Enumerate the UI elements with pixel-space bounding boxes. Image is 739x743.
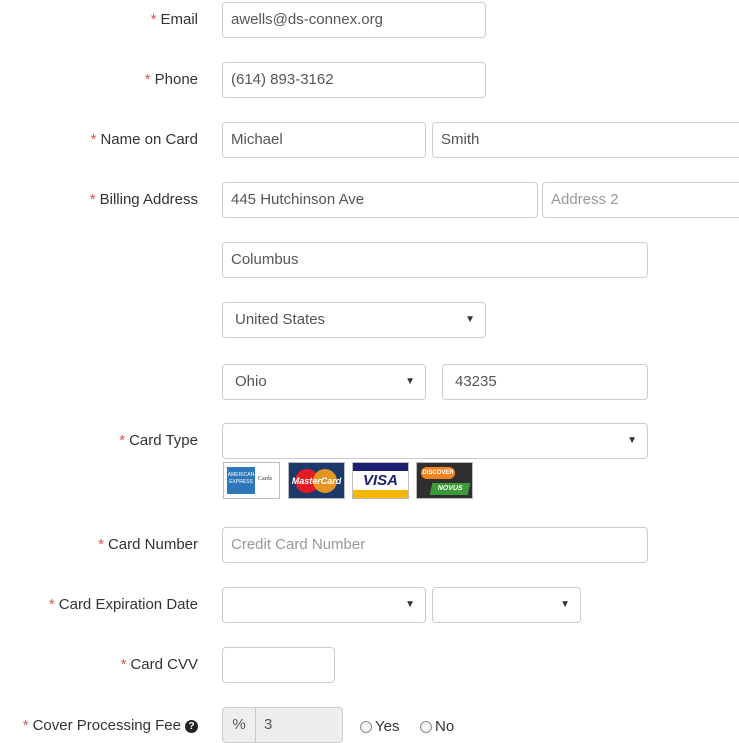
card-number-field[interactable]: Credit Card Number	[222, 527, 648, 563]
radio-circle-icon	[360, 720, 372, 733]
mastercard-icon[interactable]: MasterCard	[288, 462, 345, 499]
email-label: * Email	[150, 11, 198, 28]
american-express-icon[interactable]: AMERICAN EXPRESS Cards	[223, 462, 280, 499]
radio-circle-icon	[420, 720, 432, 733]
address1-field[interactable]: 445 Hutchinson Ave	[222, 182, 538, 218]
expiration-month-select[interactable]: ▼	[222, 587, 426, 623]
chevron-down-icon: ▼	[560, 599, 570, 610]
card-cvv-label: * Card CVV	[120, 656, 198, 673]
phone-label: * Phone	[144, 71, 198, 88]
zip-field[interactable]: 43235	[442, 364, 648, 400]
billing-address-label: * Billing Address	[89, 191, 198, 208]
cover-fee-field: 3	[255, 707, 343, 743]
last-name-field[interactable]: Smith	[432, 122, 739, 158]
address2-field[interactable]: Address 2	[542, 182, 739, 218]
phone-field[interactable]: (614) 893-3162	[222, 62, 486, 98]
discover-novus-icon[interactable]: DISCOVER NOVUS	[416, 462, 473, 499]
card-type-label: * Card Type	[119, 432, 198, 449]
card-expiration-label: * Card Expiration Date	[48, 596, 198, 613]
chevron-down-icon: ▼	[405, 376, 415, 387]
country-select[interactable]: United States ▼	[222, 302, 486, 338]
cover-fee-yes-radio[interactable]: Yes	[360, 718, 399, 735]
card-type-select[interactable]: ▼	[222, 423, 648, 459]
chevron-down-icon: ▼	[627, 435, 637, 446]
card-cvv-field[interactable]	[222, 647, 335, 683]
card-number-label: * Card Number	[98, 536, 198, 553]
chevron-down-icon: ▼	[405, 599, 415, 610]
percent-addon: %	[222, 707, 256, 743]
cover-fee-input-group: % 3	[222, 707, 344, 743]
name-on-card-label: * Name on Card	[90, 131, 198, 148]
chevron-down-icon: ▼	[465, 314, 475, 325]
first-name-field[interactable]: Michael	[222, 122, 426, 158]
cover-fee-no-radio[interactable]: No	[420, 718, 454, 735]
visa-icon[interactable]: VISA	[352, 462, 409, 499]
email-field[interactable]: awells@ds-connex.org	[222, 2, 486, 38]
cover-fee-label: * Cover Processing Fee?	[23, 716, 198, 736]
help-icon[interactable]: ?	[185, 720, 198, 733]
expiration-year-select[interactable]: ▼	[432, 587, 581, 623]
city-field[interactable]: Columbus	[222, 242, 648, 278]
state-select[interactable]: Ohio ▼	[222, 364, 426, 400]
